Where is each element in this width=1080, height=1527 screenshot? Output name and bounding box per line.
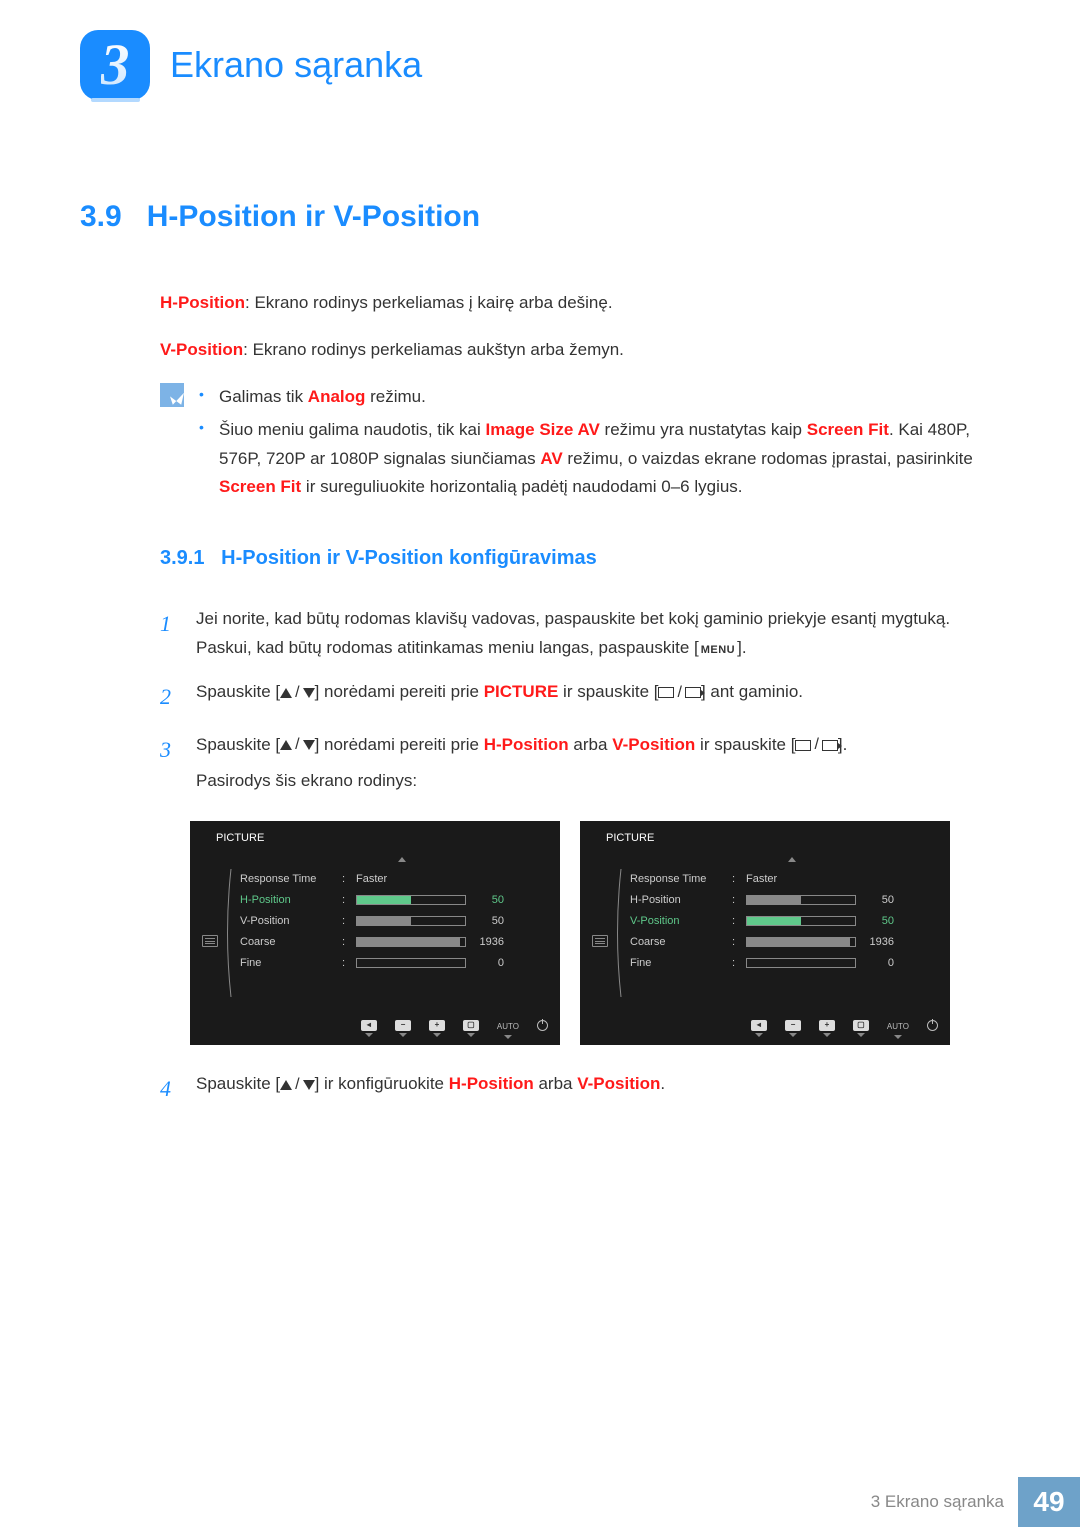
up-down-icon: /	[280, 1071, 314, 1098]
vposition-description: V-Position: Ekrano rodinys perkeliamas a…	[160, 336, 1000, 365]
hposition-description: H-Position: Ekrano rodinys perkeliamas į…	[160, 289, 1000, 318]
note-item-1: Galimas tik Analog režimu.	[199, 383, 1000, 412]
source-enter-icon: /	[658, 679, 700, 706]
chapter-header: 3 Ekrano sąranka	[80, 30, 1000, 100]
chapter-title: Ekrano sąranka	[170, 44, 422, 86]
source-enter-icon: /	[795, 731, 837, 758]
section-heading: 3.9 H-Position ir V-Position	[80, 200, 1000, 234]
menu-icon: MENU	[699, 644, 737, 656]
up-down-icon: /	[280, 731, 314, 758]
section-number: 3.9	[80, 200, 122, 233]
osd-panel-right: PICTURE Response Time:FasterH-Position:5…	[580, 821, 950, 1045]
footer-page-number: 49	[1018, 1477, 1080, 1527]
step-number: 1	[160, 605, 178, 663]
up-down-icon: /	[280, 679, 314, 706]
step-2: 2 Spauskite [/] norėdami pereiti prie PI…	[160, 678, 1000, 715]
osd-panel-left: PICTURE Response Time:FasterH-Position:5…	[190, 821, 560, 1045]
step-number: 4	[160, 1070, 178, 1107]
step-1: 1 Jei norite, kad būtų rodomas klavišų v…	[160, 605, 1000, 663]
chapter-badge: 3	[80, 30, 150, 100]
osd-screenshots: PICTURE Response Time:FasterH-Position:5…	[190, 821, 1000, 1045]
note-block: Galimas tik Analog režimu. Šiuo meniu ga…	[160, 383, 1000, 507]
chapter-number: 3	[101, 39, 130, 91]
subsection-title: H-Position ir V-Position konfigūravimas	[221, 547, 597, 569]
page-footer: 3 Ekrano sąranka 49	[871, 1477, 1080, 1527]
footer-chapter: 3 Ekrano sąranka	[871, 1492, 1018, 1512]
step-3: 3 Spauskite [/] norėdami pereiti prie H-…	[160, 731, 1000, 797]
step-4: 4 Spauskite [/] ir konfigūruokite H-Posi…	[160, 1070, 1000, 1107]
section-title: H-Position ir V-Position	[147, 200, 480, 233]
subsection-number: 3.9.1	[160, 547, 204, 569]
note-icon	[160, 383, 184, 407]
vpos-label: V-Position	[160, 340, 243, 359]
step-number: 3	[160, 731, 178, 797]
step-number: 2	[160, 678, 178, 715]
hpos-label: H-Position	[160, 293, 245, 312]
subsection-heading: 3.9.1 H-Position ir V-Position konfigūra…	[160, 541, 1000, 575]
note-item-2: Šiuo meniu galima naudotis, tik kai Imag…	[199, 416, 1000, 503]
